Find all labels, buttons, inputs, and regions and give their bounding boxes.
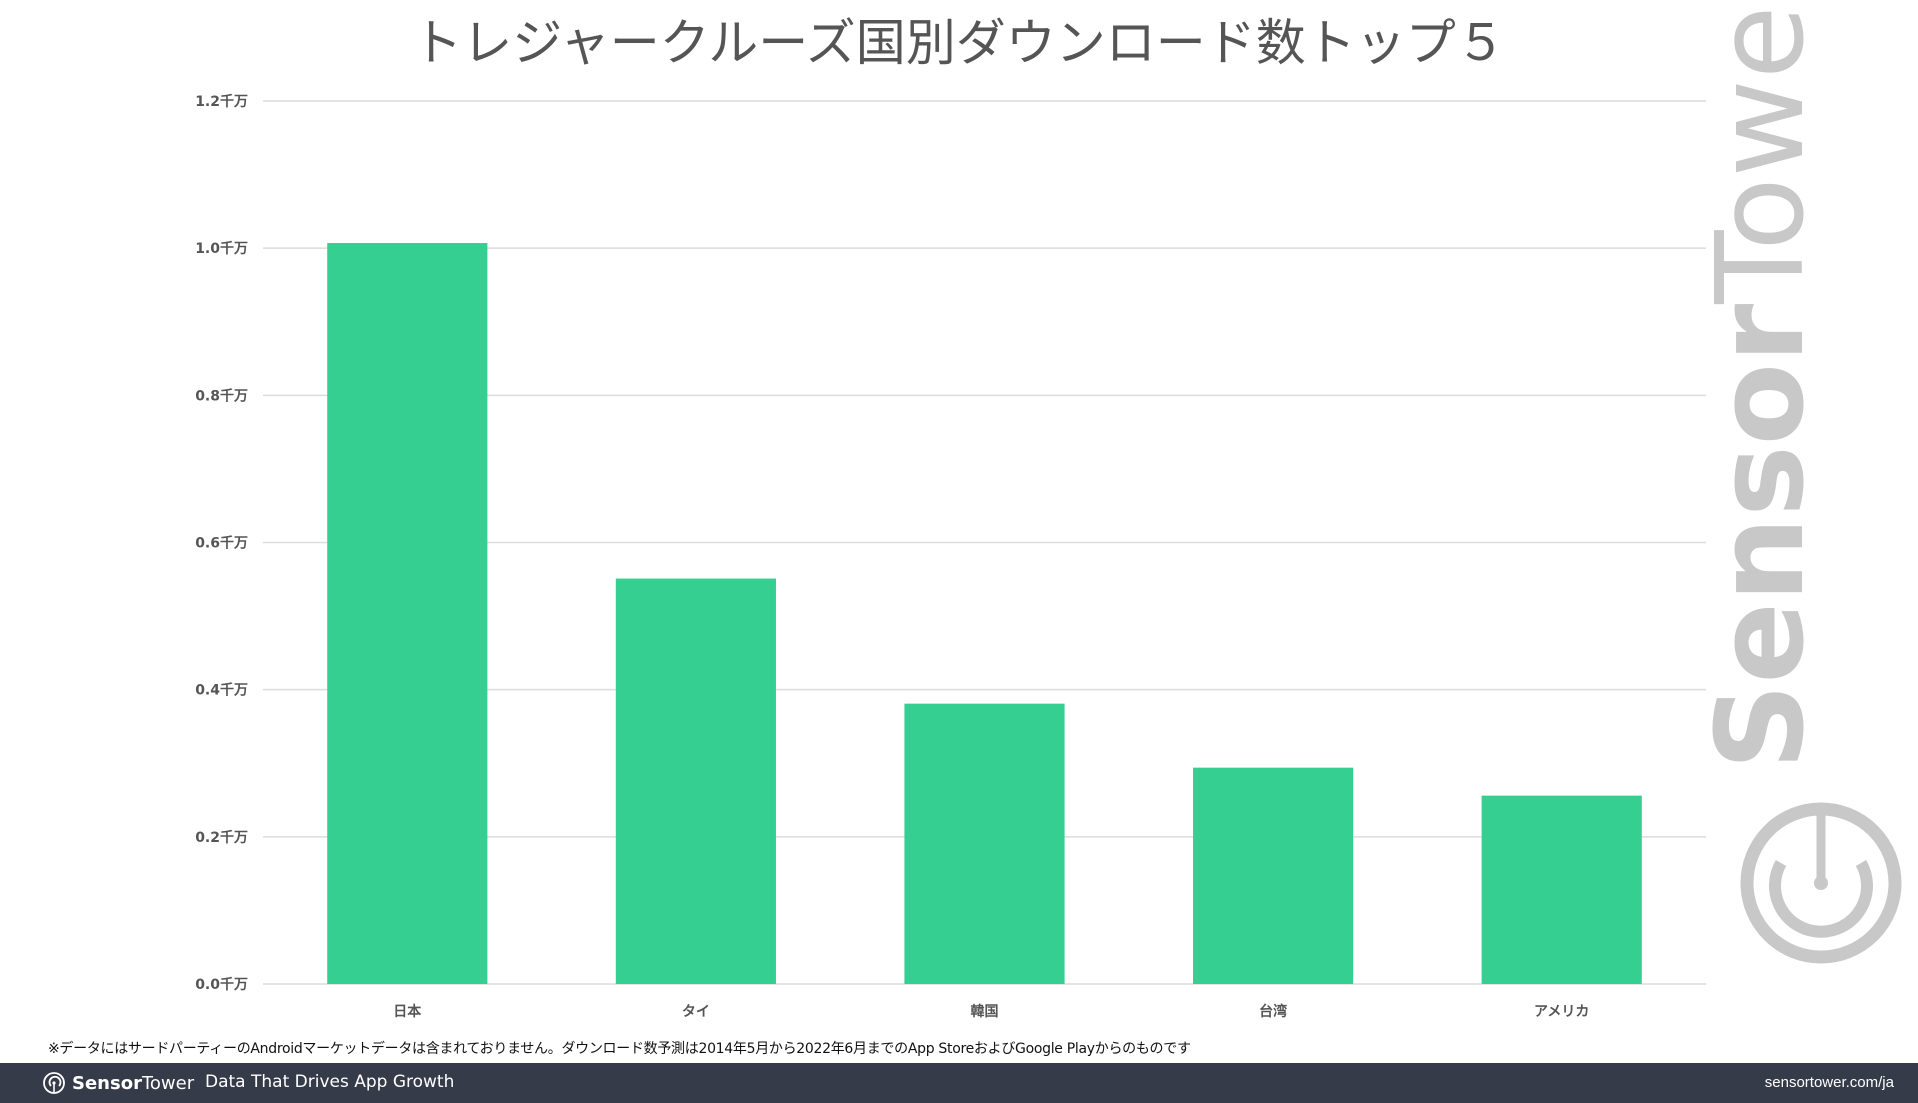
x-category-label: タイ <box>682 1004 710 1020</box>
bar[interactable] <box>615 578 776 984</box>
y-tick-label: 0.2千万 <box>195 829 248 846</box>
footer-brand-bold: Sensor <box>72 1072 142 1094</box>
bar-chart: 0.0千万 0.2千万 0.4千万 0.6千万 0.8千万 1.0千万 1.2千万 日本 タイ… <box>195 93 1706 1020</box>
footer-tagline: Data That Drives App Growth <box>205 1072 455 1092</box>
footnote: ※データにはサードパーティーのAndroidマーケットデータは含まれておりません… <box>48 1041 1191 1057</box>
y-tick-label: 0.6千万 <box>195 535 248 552</box>
y-tick-label: 0.8千万 <box>195 387 248 404</box>
bar[interactable] <box>1481 795 1642 984</box>
x-axis-categories: 日本 タイ 韓国 台湾 アメリカ <box>393 1003 1589 1020</box>
footer-logo[interactable]: Sensor Tower <box>42 1071 194 1095</box>
sensor-tower-icon <box>43 1072 65 1094</box>
bars <box>327 243 1642 984</box>
footer-bar: Sensor Tower Data That Drives App Growth … <box>0 1063 1918 1103</box>
bar[interactable] <box>1193 767 1354 984</box>
sensor-tower-logo-icon <box>1740 802 1902 964</box>
x-category-label: 日本 <box>393 1003 422 1020</box>
x-category-label: 台湾 <box>1259 1003 1287 1020</box>
bar[interactable] <box>904 703 1065 984</box>
watermark-text-light: Tower <box>1692 0 1831 304</box>
y-tick-label: 1.2千万 <box>195 93 248 110</box>
x-category-label: アメリカ <box>1534 1004 1589 1020</box>
y-tick-label: 0.0千万 <box>195 976 248 993</box>
y-axis-ticks: 0.0千万 0.2千万 0.4千万 0.6千万 0.8千万 1.0千万 1.2千万 <box>195 93 248 993</box>
bar[interactable] <box>327 243 488 984</box>
footer-url-link[interactable]: sensortower.com/ja <box>1765 1074 1894 1091</box>
footer-brand-light: Tower <box>141 1072 195 1094</box>
y-tick-label: 0.4千万 <box>195 682 248 699</box>
x-category-label: 韓国 <box>971 1003 999 1020</box>
y-tick-label: 1.0千万 <box>195 240 248 257</box>
